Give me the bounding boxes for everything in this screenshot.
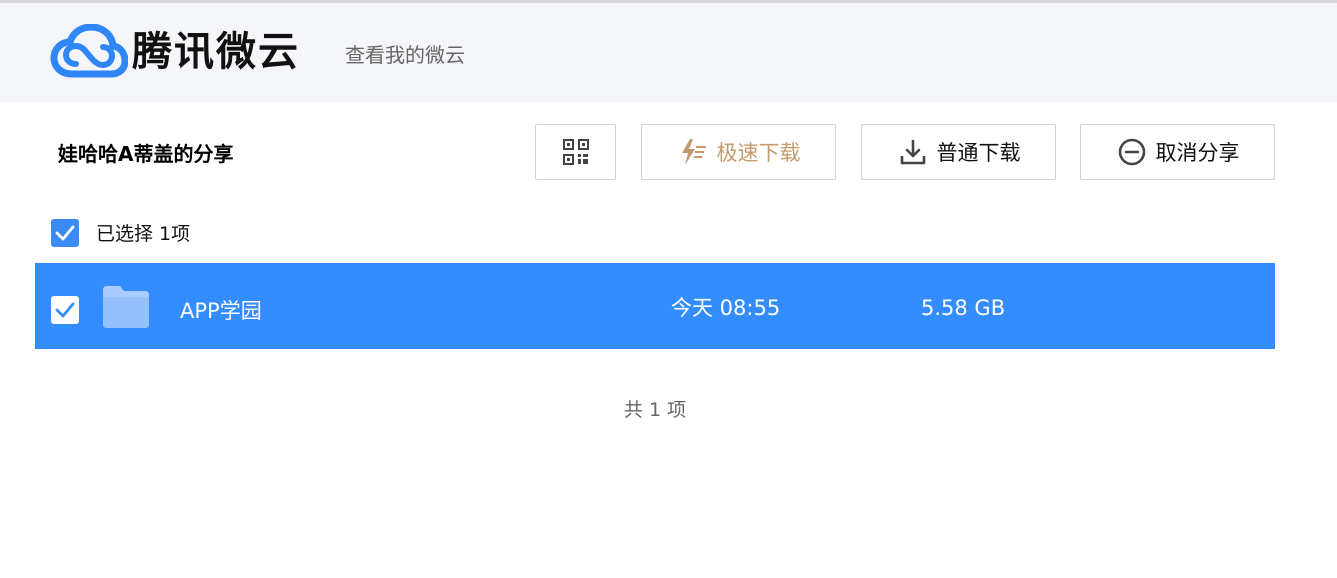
row-checkbox[interactable] — [51, 296, 79, 324]
file-name[interactable]: APP学园 — [180, 296, 262, 326]
checkmark-icon — [55, 225, 75, 241]
view-my-weiyun-link[interactable]: 查看我的微云 — [345, 41, 465, 69]
checkmark-icon — [55, 302, 75, 318]
lightning-icon — [677, 136, 709, 168]
qrcode-button[interactable] — [535, 124, 616, 180]
brand-logo[interactable]: 腾讯微云 — [50, 24, 300, 80]
normal-download-label: 普通下载 — [936, 141, 1021, 165]
selection-count: 已选择 1项 — [96, 223, 191, 245]
folder-icon — [103, 286, 149, 328]
minus-circle-icon — [1116, 136, 1148, 168]
brand-name: 腾讯微云 — [132, 29, 300, 75]
qrcode-icon — [560, 136, 592, 168]
cloud-logo-icon — [50, 24, 128, 78]
share-title: 娃哈哈A蒂盖的分享 — [58, 142, 234, 166]
cancel-share-label: 取消分享 — [1155, 141, 1240, 165]
file-row[interactable]: APP学园 今天 08:55 5.58 GB — [35, 263, 1275, 349]
normal-download-button[interactable]: 普通下载 — [861, 124, 1056, 180]
fast-download-label: 极速下载 — [716, 141, 801, 165]
file-size: 5.58 GB — [921, 296, 1006, 320]
download-icon — [897, 136, 929, 168]
cancel-share-button[interactable]: 取消分享 — [1080, 124, 1275, 180]
header-bar: 腾讯微云 查看我的微云 — [0, 3, 1337, 102]
total-count: 共 1 项 — [623, 399, 687, 421]
fast-download-button[interactable]: 极速下载 — [641, 124, 836, 180]
file-modified-time: 今天 08:55 — [671, 296, 781, 320]
select-all-checkbox[interactable] — [51, 219, 79, 247]
